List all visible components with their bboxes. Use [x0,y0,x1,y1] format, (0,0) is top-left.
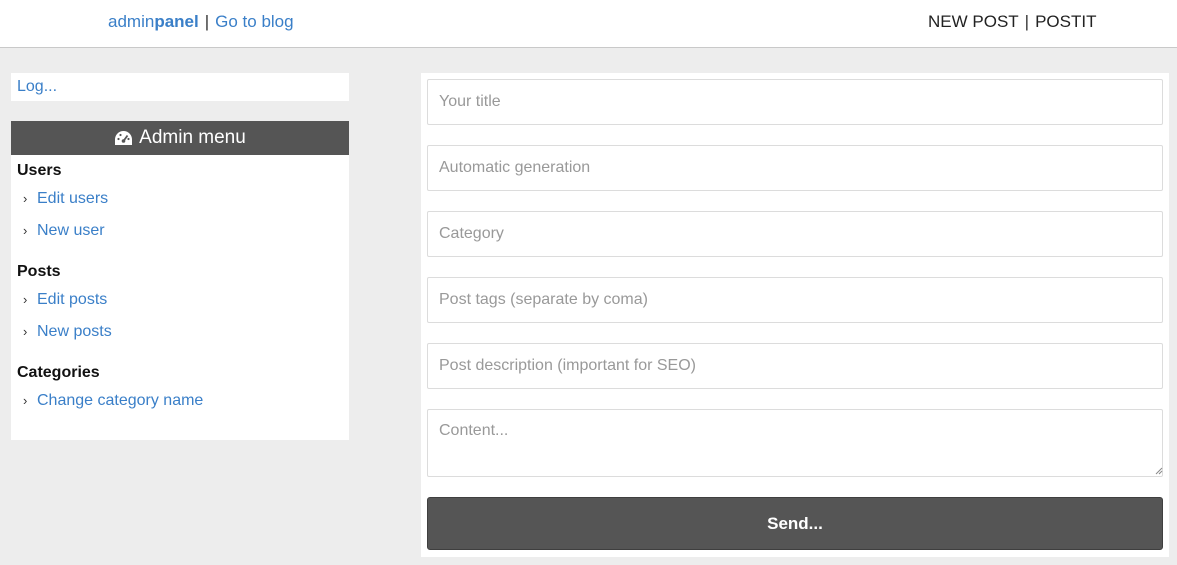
site-name-link[interactable]: POSTIT [1035,12,1096,31]
new-post-link[interactable]: NEW POST [928,12,1019,31]
log-box: Log... [11,73,349,101]
slug-input[interactable] [427,145,1163,191]
dashboard-icon [114,130,133,147]
admin-menu: Admin menu Users › Edit users › New user… [11,121,349,440]
new-post-form: Send... [421,73,1169,557]
admin-menu-header: Admin menu [11,121,349,155]
top-right-nav: NEW POST | POSTIT [928,12,1097,32]
brand-bold: panel [154,12,199,31]
title-input[interactable] [427,79,1163,125]
change-category-name-label: Change category name [37,391,204,409]
tags-input[interactable] [427,277,1163,323]
brand-light: admin [108,12,155,31]
chevron-right-icon: › [23,191,28,206]
chevron-right-icon: › [23,324,28,339]
section-posts-title: Posts [17,263,61,280]
description-input[interactable] [427,343,1163,389]
new-user-label: New user [37,221,105,239]
resize-handle-icon[interactable] [1155,467,1163,475]
log-text: Log... [17,78,58,95]
change-category-name-link[interactable]: › Change category name [11,387,349,414]
chevron-right-icon: › [23,393,28,408]
edit-users-label: Edit users [37,189,109,207]
edit-users-link[interactable]: › Edit users [11,185,349,212]
brand-logo[interactable]: adminpanel [108,12,199,31]
category-input[interactable] [427,211,1163,257]
section-categories-title: Categories [17,364,100,381]
admin-menu-title: Admin menu [139,127,246,148]
new-user-link[interactable]: › New user [11,212,349,249]
go-to-blog-link[interactable]: Go to blog [215,12,293,31]
chevron-right-icon: › [23,292,28,307]
header-separator: | [204,12,210,31]
edit-posts-label: Edit posts [37,290,108,308]
brand: adminpanel | Go to blog [108,12,294,32]
content-textarea[interactable] [427,409,1163,477]
section-users-title: Users [17,162,62,179]
top-bar: adminpanel | Go to blog NEW POST | POSTIT [0,0,1177,48]
send-button[interactable]: Send... [427,497,1163,550]
chevron-right-icon: › [23,223,28,238]
nav-separator: | [1024,12,1030,31]
edit-posts-link[interactable]: › Edit posts [11,286,349,313]
new-posts-link[interactable]: › New posts [11,313,349,350]
new-posts-label: New posts [37,322,112,340]
